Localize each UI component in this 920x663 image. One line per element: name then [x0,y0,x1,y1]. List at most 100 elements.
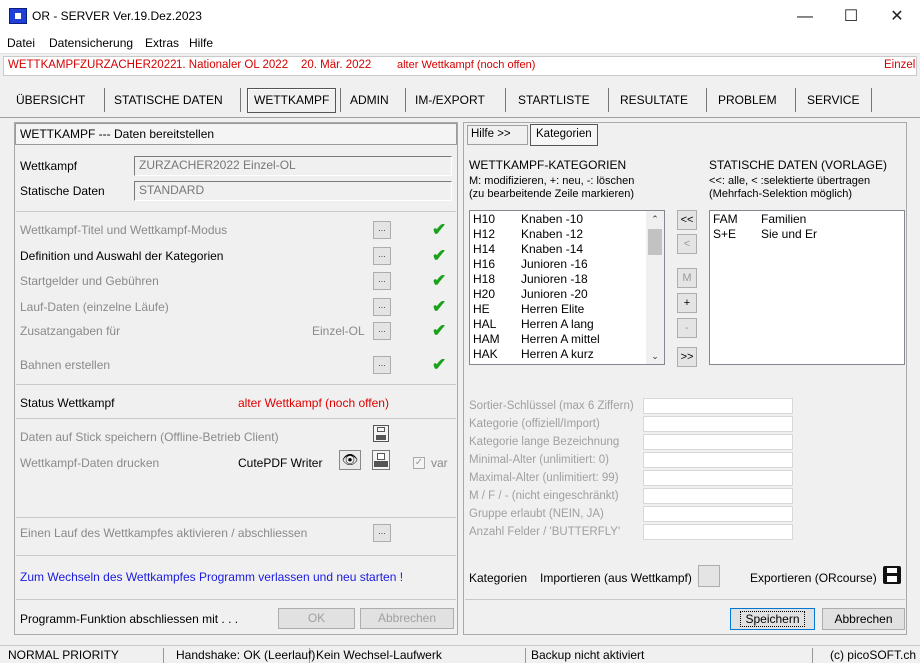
add-button[interactable]: + [677,293,697,313]
save-disk-icon[interactable] [373,425,389,442]
tab-service[interactable]: SERVICE [801,89,865,111]
separator [16,418,456,419]
menu-hilfe[interactable]: Hilfe [189,36,213,50]
tab-separator [871,88,872,112]
printer-icon[interactable] [372,450,390,470]
list-item[interactable]: S+E Sie und Er [713,227,817,241]
import-button[interactable] [698,565,720,587]
tab-resultate[interactable]: RESULTATE [614,89,694,111]
kategorien-subtab[interactable]: Kategorien [530,124,598,146]
separator [16,555,456,556]
list-item[interactable]: H14 Knaben -14 [473,242,583,256]
sortier-field[interactable] [643,398,793,414]
separator [16,384,456,385]
check-icon: ✔ [432,271,447,290]
tab-startliste[interactable]: STARTLISTE [512,89,596,111]
form-label-lang: Kategorie lange Bezeichnung [469,436,620,448]
transfer-selected-button[interactable]: < [677,234,697,254]
step-startgelder-button[interactable]: ... [373,272,391,290]
delete-button[interactable]: - [677,318,697,338]
tab-statische-daten[interactable]: STATISCHE DATEN [108,89,229,111]
help-subtab[interactable]: Hilfe >> [467,125,528,145]
step-titel-modus-button[interactable]: ... [373,221,391,239]
tab-uebersicht[interactable]: ÜBERSICHT [10,89,91,111]
step-lauf-daten-button[interactable]: ... [373,298,391,316]
save-button[interactable]: Speichern [730,608,815,630]
form-label-geschlecht: M / F / - (nicht eingeschränkt) [469,490,619,502]
tab-wettkampf[interactable]: WETTKAMPF [247,88,337,113]
right-cancel-button[interactable]: Abbrechen [822,608,905,630]
lange-bezeichnung-field[interactable] [643,434,793,450]
list-item[interactable]: HAK Herren A kurz [473,347,594,361]
modify-button[interactable]: M [677,268,697,288]
step-zusatzangaben: Zusatzangaben für [20,324,121,338]
minimize-button[interactable]: — [782,0,828,33]
list-item[interactable]: HAM Herren A mittel [473,332,600,346]
status-priority: NORMAL PRIORITY [4,648,164,663]
save-disk-icon[interactable] [883,566,901,584]
scroll-down-icon[interactable]: ⌄ [646,348,664,364]
list-item[interactable]: H12 Knaben -12 [473,227,583,241]
activate-run-button[interactable]: ... [373,524,391,542]
min-alter-field[interactable] [643,452,793,468]
competition-state: alter Wettkampf (noch offen) [397,59,536,71]
activate-run-label: Einen Lauf des Wettkampfes aktivieren / … [20,526,308,540]
kategorie-field[interactable] [643,416,793,432]
form-label-felder: Anzahl Felder / 'BUTTERFLY' [469,526,621,538]
separator [16,599,456,600]
menu-datensicherung[interactable]: Datensicherung [49,36,133,50]
var-checkbox[interactable]: ✓ [413,457,425,469]
list-item[interactable]: HAL Herren A lang [473,317,594,331]
form-label-min-alter: Minimal-Alter (unlimitiert: 0) [469,454,609,466]
list-item[interactable]: H10 Knaben -10 [473,212,583,226]
ok-button[interactable]: OK [278,608,355,629]
tab-divider [0,117,920,118]
step-kategorien-button[interactable]: ... [373,247,391,265]
competition-mode: Einzel [884,59,916,71]
list-item[interactable]: H20 Junioren -20 [473,287,588,301]
gruppe-field[interactable] [643,506,793,522]
list-item[interactable]: H18 Junioren -18 [473,272,588,286]
list-item[interactable]: HE Herren Elite [473,302,584,316]
static-title: STATISCHE DATEN (VORLAGE) [709,158,888,172]
tab-admin[interactable]: ADMIN [344,89,395,111]
tab-separator [340,88,341,112]
scroll-up-icon[interactable]: ⌃ [646,211,664,227]
transfer-all-button[interactable]: << [677,210,697,230]
category-hint-1: M: modifizieren, +: neu, -: löschen [469,175,635,187]
menu-datei[interactable]: Datei [7,36,35,50]
geschlecht-field[interactable] [643,488,793,504]
kategorien-label: Kategorien [469,571,528,585]
tab-separator [795,88,796,112]
menu-extras[interactable]: Extras [145,36,179,50]
max-alter-field[interactable] [643,470,793,486]
step-zusatzangaben-button[interactable]: ... [373,322,391,340]
check-icon: ✔ [432,355,447,374]
felder-field[interactable] [643,524,793,540]
category-list[interactable]: H10 Knaben -10 H12 Knaben -12 H14 Knaben -1… [469,210,665,365]
left-cancel-button[interactable]: Abbrechen [360,608,454,629]
competition-info-bar: WETTKAMPF: ZURZACHER2022 1. Nationaler O… [3,56,917,76]
check-icon: ✔ [432,297,447,316]
category-title: WETTKAMPF-KATEGORIEN [469,158,627,172]
close-button[interactable]: ✕ [874,0,920,33]
list-item[interactable]: FAM Familien [713,212,806,226]
save-button-label: Speichern [740,611,805,627]
tab-im-export[interactable]: IM-/EXPORT [409,89,491,111]
tab-problem[interactable]: PROBLEM [712,89,783,111]
maximize-button[interactable]: ☐ [828,0,874,33]
eye-icon[interactable]: 👁 [339,450,361,470]
check-icon: ✔ [432,321,447,340]
template-list[interactable]: FAM Familien S+E Sie und Er [709,210,905,365]
statische-daten-label: Statische Daten [20,184,105,198]
competition-label: WETTKAMPF: [8,59,84,71]
scroll-thumb[interactable] [648,229,662,255]
list-item[interactable]: H16 Junioren -16 [473,257,588,271]
transfer-right-button[interactable]: >> [677,347,697,367]
step-lauf-daten: Lauf-Daten (einzelne Läufe) [20,300,169,314]
step-bahnen: Bahnen erstellen [20,358,111,372]
competition-date: 20. Mär. 2022 [301,59,372,71]
category-scrollbar[interactable]: ⌃ ⌄ [646,211,664,364]
app-icon [9,8,27,24]
step-bahnen-button[interactable]: ... [373,356,391,374]
